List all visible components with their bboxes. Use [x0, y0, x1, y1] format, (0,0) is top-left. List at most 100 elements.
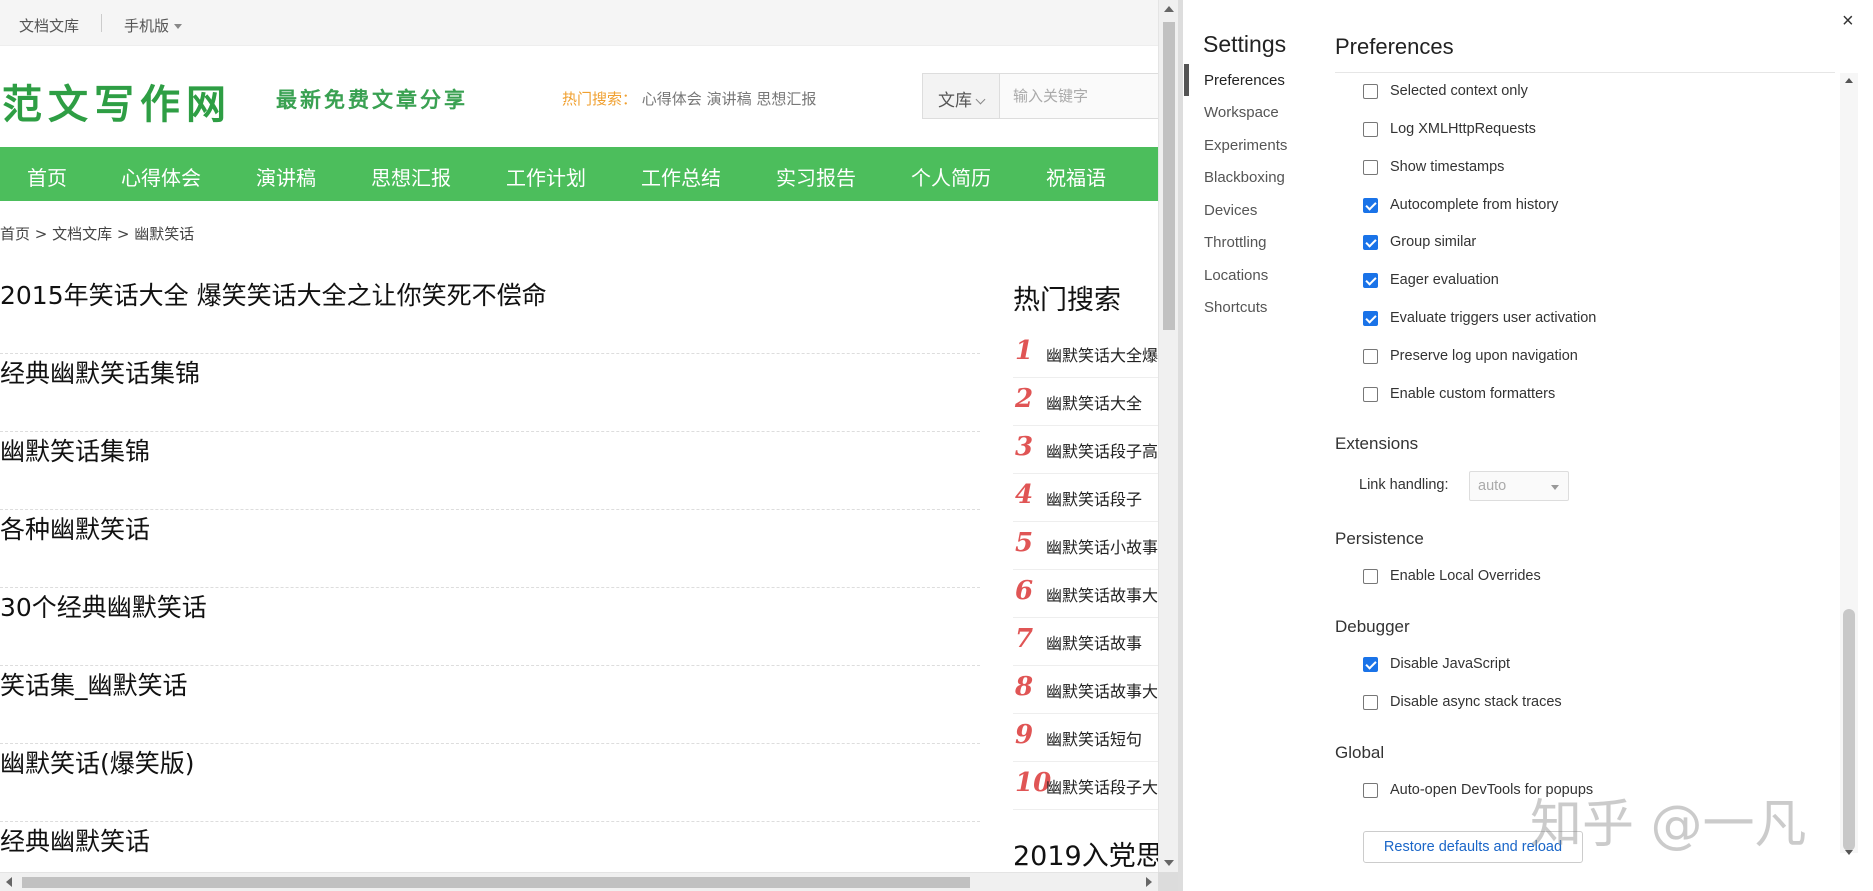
hot-search-item[interactable]: 6 幽默笑话故事大: [1013, 570, 1158, 618]
checkbox-label: Disable async stack traces: [1390, 694, 1562, 710]
tab-workspace[interactable]: Workspace: [1204, 104, 1279, 121]
rank-number: 7: [1015, 624, 1034, 654]
scroll-up-arrow-icon[interactable]: [1845, 78, 1853, 83]
checkbox-label: Selected context only: [1390, 83, 1528, 99]
nav-item-speech[interactable]: 演讲稿: [256, 162, 316, 191]
scrollbar-thumb[interactable]: [1843, 609, 1855, 851]
library-link[interactable]: 文档文库: [19, 15, 79, 36]
checkbox[interactable]: [1363, 273, 1378, 288]
hot-search-item[interactable]: 10 幽默笑话段子大: [1013, 762, 1158, 810]
close-icon[interactable]: ×: [1842, 10, 1854, 33]
hot-search-item[interactable]: 3 幽默笑话段子高: [1013, 426, 1158, 474]
site-logo[interactable]: 范文写作网: [2, 72, 232, 130]
article-item[interactable]: 经典幽默笑话: [0, 822, 980, 858]
rank-number: 6: [1015, 576, 1034, 606]
checkbox-label: Preserve log upon navigation: [1390, 348, 1578, 364]
scroll-right-arrow-icon[interactable]: [1146, 877, 1152, 887]
checkbox[interactable]: [1363, 122, 1378, 137]
article-title[interactable]: 笑话集_幽默笑话: [0, 666, 188, 702]
checkbox[interactable]: [1363, 569, 1378, 584]
scroll-down-arrow-icon[interactable]: [1845, 850, 1853, 855]
mobile-version-link[interactable]: 手机版: [124, 15, 183, 36]
hot-search-item[interactable]: 5 幽默笑话小故事: [1013, 522, 1158, 570]
hot-search-text[interactable]: 幽默笑话段子: [1046, 486, 1142, 510]
search-input[interactable]: [1001, 74, 1158, 118]
checkbox-label: Disable JavaScript: [1390, 656, 1511, 672]
link-handling-select[interactable]: auto: [1469, 471, 1569, 501]
page-horizontal-scrollbar[interactable]: [0, 872, 1158, 891]
hot-search-item[interactable]: 7 幽默笑话故事: [1013, 618, 1158, 666]
tab-devices[interactable]: Devices: [1204, 202, 1257, 219]
article-item[interactable]: 经典幽默笑话集锦: [0, 354, 980, 432]
checkbox[interactable]: [1363, 235, 1378, 250]
checkbox[interactable]: [1363, 695, 1378, 710]
hot-search-item[interactable]: 4 幽默笑话段子: [1013, 474, 1158, 522]
scrollbar-corner: [1158, 872, 1178, 891]
checkbox[interactable]: [1363, 783, 1378, 798]
checkbox[interactable]: [1363, 160, 1378, 175]
tab-shortcuts[interactable]: Shortcuts: [1204, 299, 1267, 316]
hot-search-text[interactable]: 幽默笑话大全: [1046, 390, 1142, 414]
sidebar-title-2[interactable]: 2019入党思想: [1013, 834, 1158, 873]
checkbox[interactable]: [1363, 387, 1378, 402]
article-item[interactable]: 2015年笑话大全 爆笑笑话大全之让你笑死不偿命: [0, 276, 980, 354]
tab-preferences[interactable]: Preferences: [1204, 72, 1285, 89]
hot-search-text[interactable]: 幽默笑话段子高: [1046, 438, 1158, 462]
checkbox[interactable]: [1363, 84, 1378, 99]
hot-search-text[interactable]: 幽默笑话大全爆: [1046, 342, 1158, 366]
scroll-up-arrow-icon[interactable]: [1164, 6, 1174, 12]
scrollbar-thumb[interactable]: [1163, 22, 1175, 330]
sidebar-title: 热门搜索: [1013, 285, 1121, 316]
scroll-left-arrow-icon[interactable]: [6, 877, 12, 887]
nav-item-home[interactable]: 首页: [27, 162, 67, 191]
checkbox[interactable]: [1363, 198, 1378, 213]
article-item[interactable]: 幽默笑话集锦: [0, 432, 980, 510]
nav-item-experience[interactable]: 心得体会: [121, 162, 201, 191]
checkbox[interactable]: [1363, 657, 1378, 672]
checkbox[interactable]: [1363, 311, 1378, 326]
article-title[interactable]: 30个经典幽默笑话: [0, 588, 207, 624]
tab-throttling[interactable]: Throttling: [1204, 234, 1267, 251]
settings-scrollbar[interactable]: [1840, 73, 1858, 855]
nav-item-greetings[interactable]: 祝福语: [1046, 162, 1106, 191]
article-title[interactable]: 经典幽默笑话集锦: [0, 354, 200, 390]
tab-locations[interactable]: Locations: [1204, 267, 1268, 284]
hot-search-item[interactable]: 9 幽默笑话短句: [1013, 714, 1158, 762]
checkbox[interactable]: [1363, 349, 1378, 364]
hot-search-text[interactable]: 幽默笑话故事: [1046, 630, 1142, 654]
article-title[interactable]: 幽默笑话集锦: [0, 432, 150, 468]
scrollbar-thumb[interactable]: [22, 877, 970, 888]
nav-item-work-summary[interactable]: 工作总结: [641, 162, 721, 191]
page-vertical-scrollbar[interactable]: [1158, 0, 1178, 872]
article-item[interactable]: 30个经典幽默笑话: [0, 588, 980, 666]
hot-search-text[interactable]: 幽默笑话故事大: [1046, 678, 1158, 702]
hot-search-text[interactable]: 幽默笑话小故事: [1046, 534, 1158, 558]
panel-title: Preferences: [1335, 34, 1454, 59]
tab-blackboxing[interactable]: Blackboxing: [1204, 169, 1285, 186]
rank-number: 9: [1015, 720, 1034, 750]
article-title[interactable]: 经典幽默笑话: [0, 827, 150, 856]
tab-experiments[interactable]: Experiments: [1204, 137, 1287, 154]
search-category-select[interactable]: 文库: [923, 74, 1000, 118]
hot-search-item[interactable]: 2 幽默笑话大全: [1013, 378, 1158, 426]
hot-search-text[interactable]: 幽默笑话段子大: [1046, 774, 1158, 798]
nav-item-resume[interactable]: 个人简历: [911, 162, 991, 191]
search-box: 文库: [922, 73, 1158, 119]
hot-search-text[interactable]: 幽默笑话短句: [1046, 726, 1142, 750]
article-title[interactable]: 幽默笑话(爆笑版): [0, 744, 195, 780]
hot-search-item[interactable]: 8 幽默笑话故事大: [1013, 666, 1158, 714]
article-title[interactable]: 各种幽默笑话: [0, 510, 150, 546]
hot-search-keywords[interactable]: 心得体会 演讲稿 思想汇报: [642, 90, 817, 108]
article-item[interactable]: 幽默笑话(爆笑版): [0, 744, 980, 822]
nav-item-internship[interactable]: 实习报告: [776, 162, 856, 191]
article-item[interactable]: 笑话集_幽默笑话: [0, 666, 980, 744]
checkbox-label: Evaluate triggers user activation: [1390, 310, 1597, 326]
hot-search-text[interactable]: 幽默笑话故事大: [1046, 582, 1158, 606]
hot-search-item[interactable]: 1 幽默笑话大全爆: [1013, 330, 1158, 378]
rank-number: 2: [1015, 384, 1034, 414]
article-title[interactable]: 2015年笑话大全 爆笑笑话大全之让你笑死不偿命: [0, 276, 547, 312]
nav-item-thought-report[interactable]: 思想汇报: [371, 162, 451, 191]
scroll-down-arrow-icon[interactable]: [1164, 860, 1174, 866]
nav-item-work-plan[interactable]: 工作计划: [506, 162, 586, 191]
article-item[interactable]: 各种幽默笑话: [0, 510, 980, 588]
